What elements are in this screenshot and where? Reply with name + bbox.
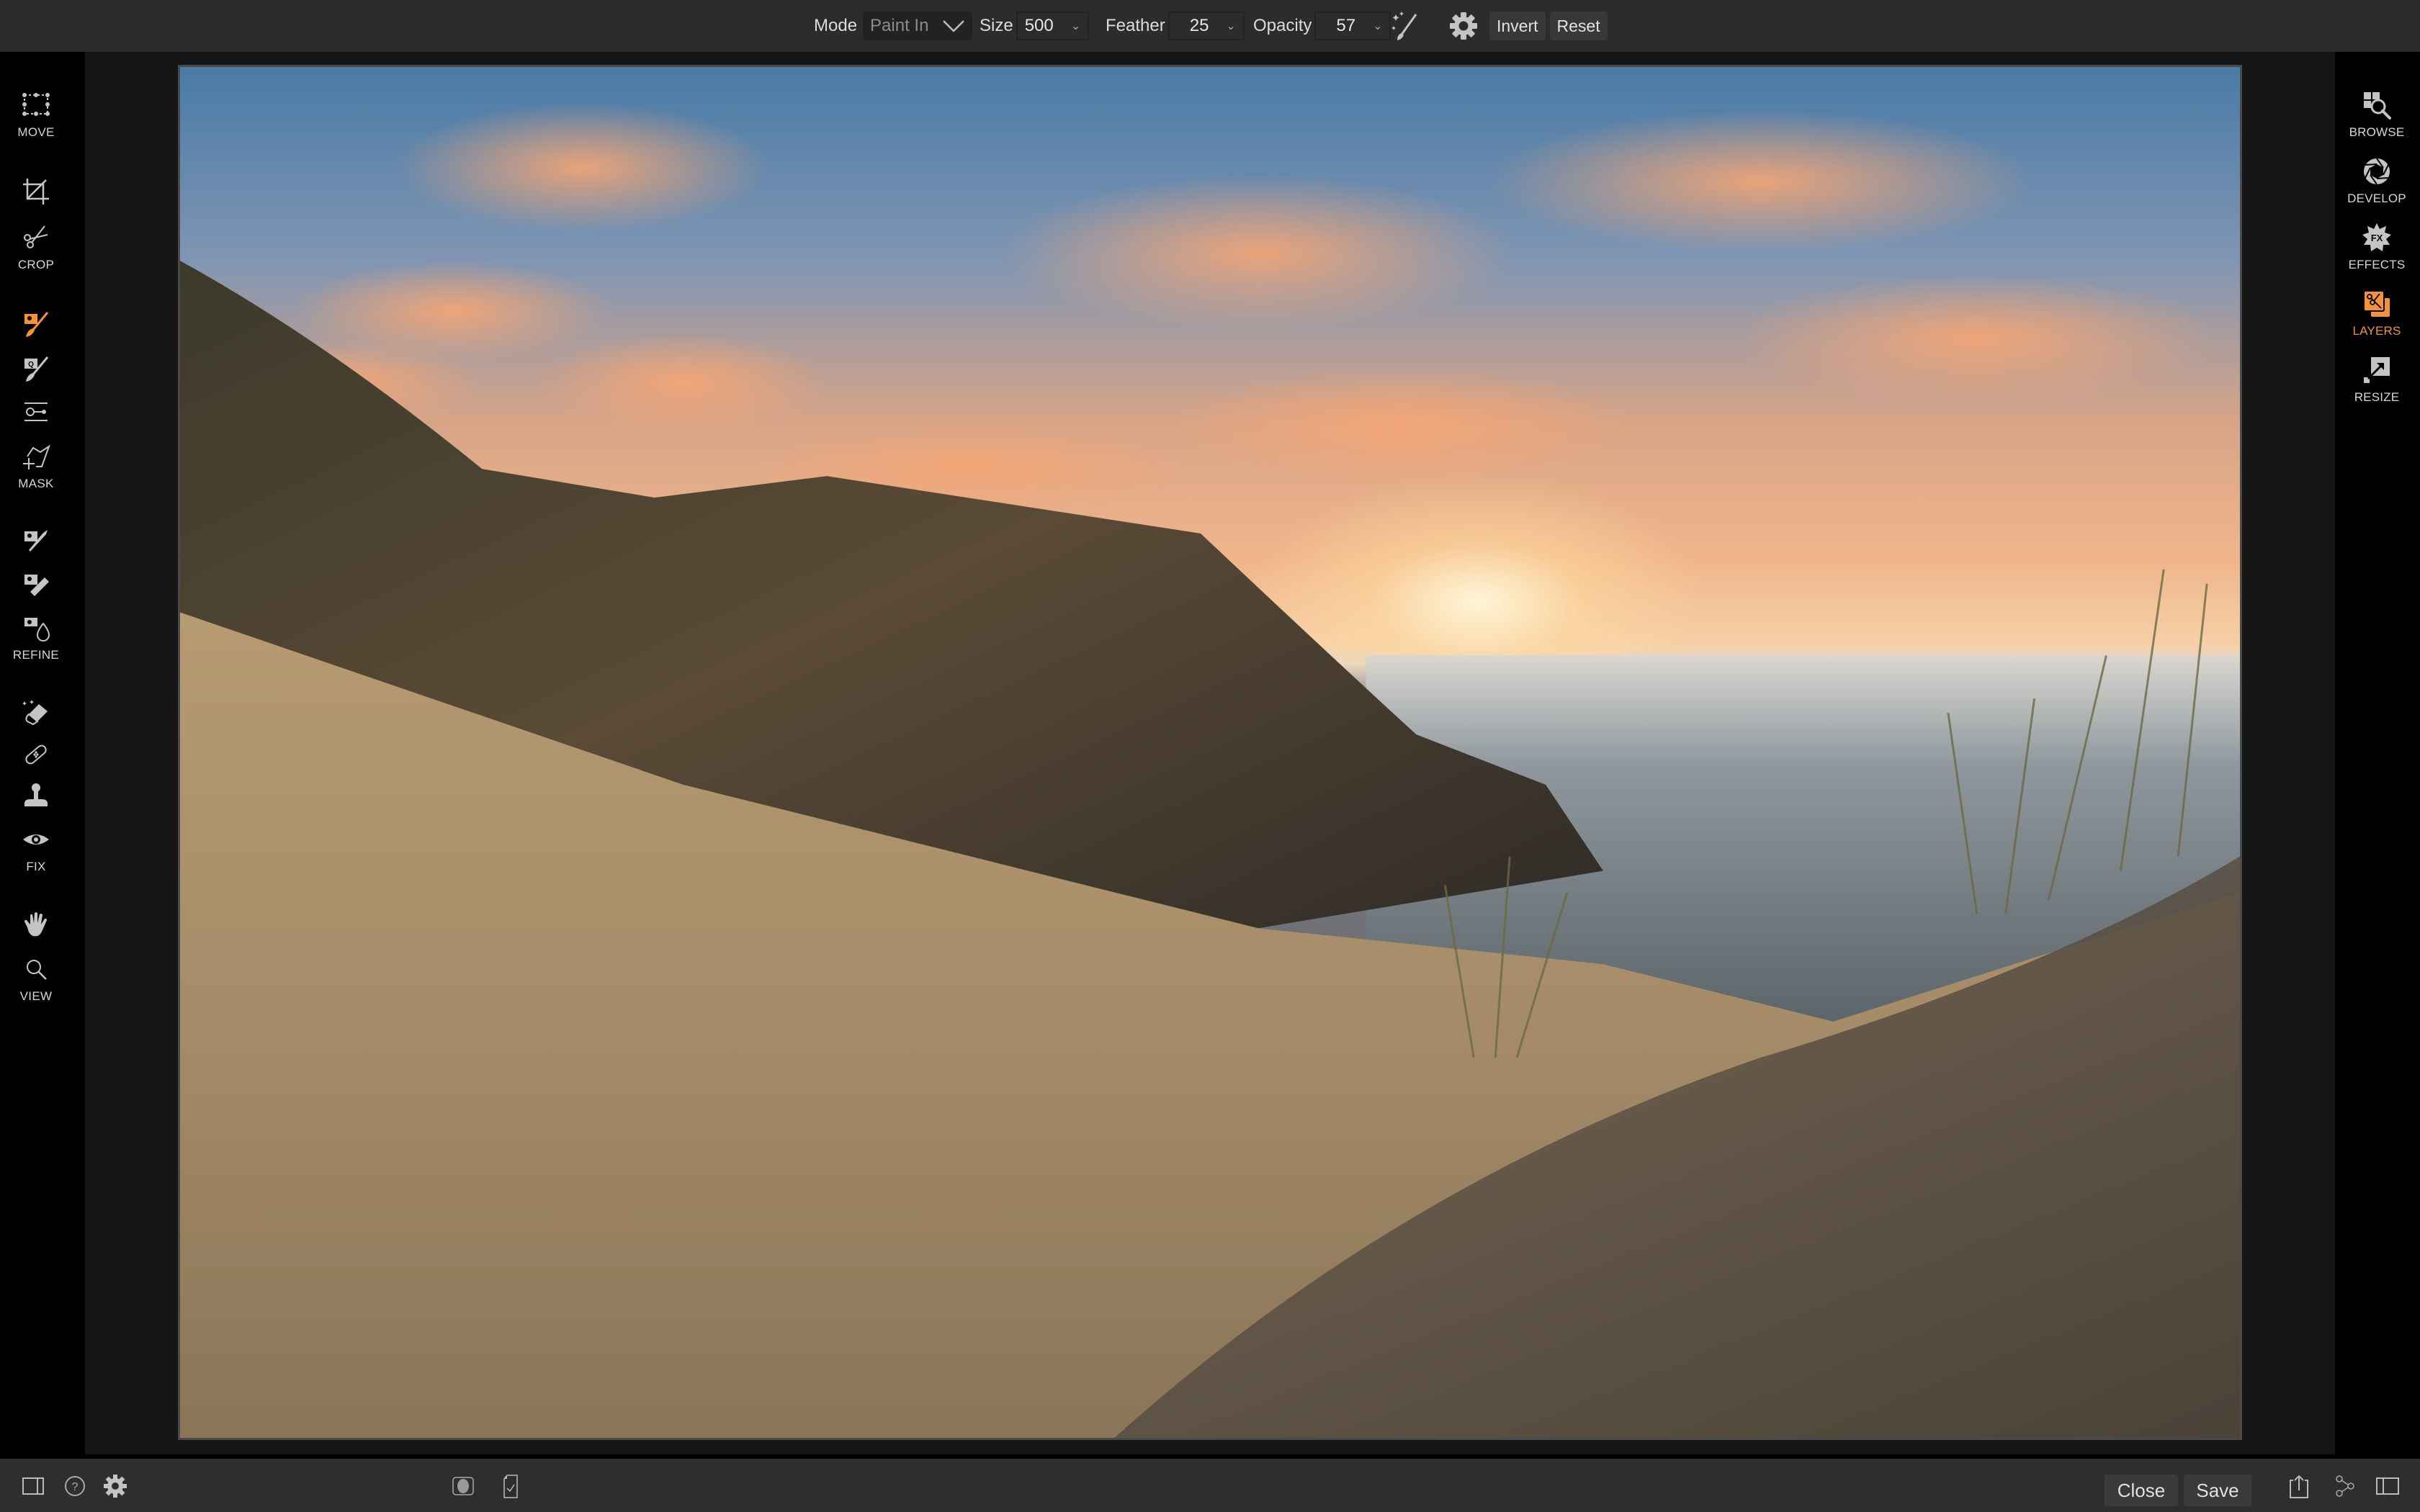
mask-view-toggle-icon[interactable]	[451, 1473, 477, 1499]
layers-icon-active	[2363, 290, 2390, 317]
tool-label-refine: REFINE	[12, 648, 60, 662]
module-effects[interactable]: FX EFFECTS	[2328, 222, 2420, 272]
photo-scene	[180, 102, 2240, 1438]
mode-label: Mode	[814, 16, 858, 35]
bandage-heal-icon	[25, 744, 47, 765]
tool-quick-mask[interactable]: Q	[0, 353, 72, 384]
color-range-drop-icon	[24, 618, 50, 642]
settings-gear-icon[interactable]	[1448, 10, 1479, 42]
mode-control: Mode Paint In	[814, 0, 973, 52]
tool-blur-mask[interactable]	[0, 569, 72, 600]
opacity-dropdown[interactable]: 57 ⌄	[1314, 12, 1392, 40]
scissors-icon	[24, 225, 48, 248]
tool-retouch[interactable]	[0, 697, 72, 729]
opacity-label: Opacity	[1253, 16, 1312, 35]
share-network-icon[interactable]	[2332, 1473, 2358, 1499]
left-tool-sidebar: MOVE CROP Q MASK REFINE FIX VIEW	[0, 52, 85, 1459]
tool-label-fix: FIX	[26, 860, 46, 873]
tool-label-view: VIEW	[19, 989, 53, 1003]
size-dropdown[interactable]: 500 ⌄	[1016, 12, 1090, 40]
module-resize[interactable]: RESIZE	[2328, 354, 2420, 405]
move-transform-icon	[22, 93, 50, 116]
settings-gear-icon[interactable]	[102, 1473, 128, 1499]
zoom-magnifier-icon	[27, 960, 47, 980]
feather-dropdown[interactable]: 25 ⌄	[1168, 12, 1245, 40]
tool-red-eye[interactable]: FIX	[0, 824, 72, 874]
invert-button[interactable]: Invert	[1489, 12, 1546, 40]
help-icon[interactable]: ?	[62, 1473, 88, 1499]
opacity-value: 57	[1336, 16, 1356, 35]
resize-icon	[2364, 357, 2390, 383]
tool-label-mask: MASK	[18, 477, 54, 490]
tool-clone-stamp[interactable]	[0, 779, 72, 811]
panel-toggle-left-icon[interactable]	[20, 1473, 46, 1499]
retouch-eraser-icon	[22, 700, 48, 726]
tool-move[interactable]: MOVE	[0, 89, 72, 140]
magic-brush-icon[interactable]	[1390, 10, 1422, 42]
module-browse[interactable]: BROWSE	[2328, 89, 2420, 140]
gradient-mask-icon	[24, 402, 48, 421]
document-check-icon[interactable]	[498, 1473, 524, 1499]
fx-effects-icon: FX	[2362, 223, 2391, 251]
top-toolbar: Mode Paint In Size 500 ⌄ Feather 25 ⌄ Op…	[0, 0, 2420, 52]
module-develop[interactable]: DEVELOP	[2328, 156, 2420, 206]
tool-crop[interactable]	[0, 176, 72, 207]
tool-hand-pan[interactable]	[0, 909, 72, 940]
tool-cut[interactable]: CROP	[0, 222, 72, 272]
right-module-sidebar: BROWSE DEVELOP FX EFFECTS LAYERS RESIZE	[2335, 52, 2420, 1459]
feather-label: Feather	[1106, 16, 1165, 35]
export-share-icon[interactable]	[2286, 1473, 2312, 1499]
mode-dropdown[interactable]: Paint In	[863, 12, 973, 40]
bottom-bar: ? Close Save	[0, 1459, 2420, 1512]
size-control: Size 500 ⌄	[980, 0, 1090, 52]
photo-canvas-image[interactable]	[178, 65, 2242, 1440]
panel-toggle-right-icon[interactable]	[2374, 1473, 2400, 1499]
polygon-lasso-icon	[23, 444, 50, 469]
module-label-resize: RESIZE	[2354, 390, 2400, 404]
module-layers[interactable]: LAYERS	[2328, 288, 2420, 338]
tool-label-move: MOVE	[17, 125, 55, 139]
feather-control: Feather 25 ⌄	[1106, 0, 1245, 52]
svg-text:Q: Q	[28, 361, 34, 369]
tool-gradient-mask[interactable]	[0, 396, 72, 428]
chevron-down-icon	[943, 20, 964, 32]
tool-chisel[interactable]	[0, 526, 72, 557]
module-label-layers: LAYERS	[2352, 324, 2401, 338]
svg-text:FX: FX	[2371, 233, 2383, 243]
size-label: Size	[980, 16, 1013, 35]
clone-stamp-icon	[24, 783, 48, 806]
reset-button[interactable]: Reset	[1549, 12, 1608, 40]
eye-icon	[23, 834, 49, 845]
save-button[interactable]: Save	[2184, 1475, 2251, 1506]
clouds	[194, 102, 2222, 513]
svg-text:?: ?	[72, 1481, 79, 1493]
chevron-down-icon: ⌄	[1226, 20, 1236, 32]
size-value: 500	[1024, 16, 1054, 35]
tool-color-range[interactable]: REFINE	[0, 612, 72, 662]
tool-heal[interactable]	[0, 739, 72, 770]
module-label-effects: EFFECTS	[2348, 258, 2406, 271]
quick-mask-brush-icon: Q	[24, 356, 49, 382]
tool-mask-brush[interactable]	[0, 308, 72, 340]
blur-mask-icon	[24, 575, 49, 596]
chisel-icon	[24, 530, 48, 552]
tool-label-crop: CROP	[17, 258, 55, 271]
tool-zoom[interactable]: VIEW	[0, 953, 72, 1004]
crop-icon	[23, 179, 49, 204]
browse-icon	[2364, 92, 2391, 120]
close-button[interactable]: Close	[2105, 1475, 2178, 1506]
mask-brush-icon-active	[24, 312, 49, 337]
hand-pan-icon	[24, 912, 47, 937]
module-label-browse: BROWSE	[2349, 125, 2405, 139]
aperture-icon	[2364, 158, 2390, 185]
chevron-down-icon: ⌄	[1373, 20, 1383, 32]
chevron-down-icon: ⌄	[1070, 20, 1081, 32]
tool-polygon-lasso[interactable]: MASK	[0, 441, 72, 491]
feather-value: 25	[1189, 16, 1209, 35]
opacity-control: Opacity 57 ⌄	[1253, 0, 1392, 52]
invert-reset-group: Invert Reset	[1489, 0, 1608, 52]
module-label-develop: DEVELOP	[2347, 192, 2406, 205]
mode-value: Paint In	[870, 16, 929, 35]
